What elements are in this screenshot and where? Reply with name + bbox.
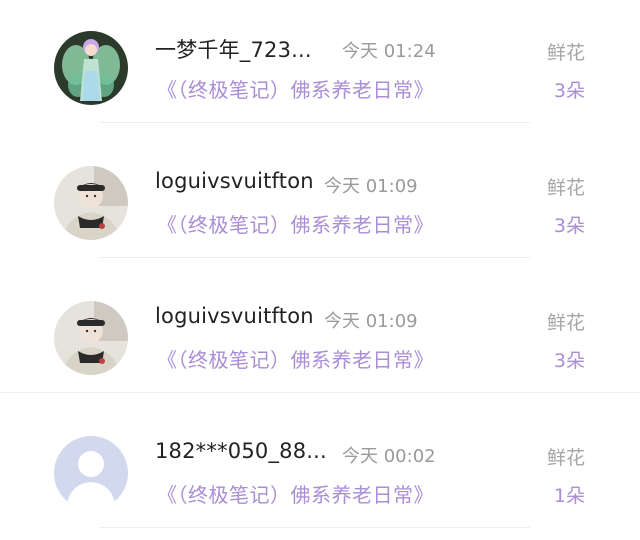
photo-avatar-icon <box>54 166 128 240</box>
flower-gift-list: 一梦千年_723... 今天 01:24 《（终极笔记）佛系养老日常》 鲜花 3… <box>0 0 640 534</box>
book-title-link[interactable]: 《（终极笔记）佛系养老日常》 <box>157 74 434 103</box>
book-title-link[interactable]: 《（终极笔记）佛系养老日常》 <box>157 209 434 238</box>
default-user-avatar-icon <box>54 436 128 510</box>
gift-count: 1朵 <box>553 485 585 507</box>
list-item[interactable]: loguivsvuitfton 今天 01:09 《（终极笔记）佛系养老日常》 … <box>0 270 640 405</box>
gift-count: 3朵 <box>553 215 585 237</box>
photo-avatar-icon <box>54 301 128 375</box>
book-title-link[interactable]: 《（终极笔记）佛系养老日常》 <box>157 479 434 508</box>
list-item[interactable]: 182***050_88... 今天 00:02 《（终极笔记）佛系养老日常》 … <box>0 405 640 540</box>
user-name[interactable]: loguivsvuitfton <box>155 169 314 193</box>
user-name[interactable]: 182***050_88... <box>155 439 327 463</box>
timestamp: 今天 00:02 <box>342 446 436 467</box>
avatar[interactable] <box>54 31 128 105</box>
avatar[interactable] <box>54 166 128 240</box>
list-item[interactable]: loguivsvuitfton 今天 01:09 《（终极笔记）佛系养老日常》 … <box>0 135 640 270</box>
timestamp: 今天 01:24 <box>342 41 436 62</box>
fairy-avatar-icon <box>54 31 128 105</box>
gift-type-label: 鲜花 <box>546 177 585 199</box>
divider <box>0 392 640 393</box>
gift-type-label: 鲜花 <box>546 42 585 64</box>
timestamp: 今天 01:09 <box>324 311 418 332</box>
user-name[interactable]: 一梦千年_723... <box>155 34 312 64</box>
divider <box>100 257 530 258</box>
timestamp: 今天 01:09 <box>324 176 418 197</box>
divider <box>100 122 530 123</box>
list-item[interactable]: 一梦千年_723... 今天 01:24 《（终极笔记）佛系养老日常》 鲜花 3… <box>0 0 640 135</box>
divider <box>100 527 530 528</box>
gift-count: 3朵 <box>553 350 585 372</box>
gift-type-label: 鲜花 <box>546 447 585 469</box>
gift-count: 3朵 <box>553 80 585 102</box>
gift-type-label: 鲜花 <box>546 312 585 334</box>
user-name[interactable]: loguivsvuitfton <box>155 304 314 328</box>
book-title-link[interactable]: 《（终极笔记）佛系养老日常》 <box>157 344 434 373</box>
avatar[interactable] <box>54 301 128 375</box>
avatar[interactable] <box>54 436 128 510</box>
